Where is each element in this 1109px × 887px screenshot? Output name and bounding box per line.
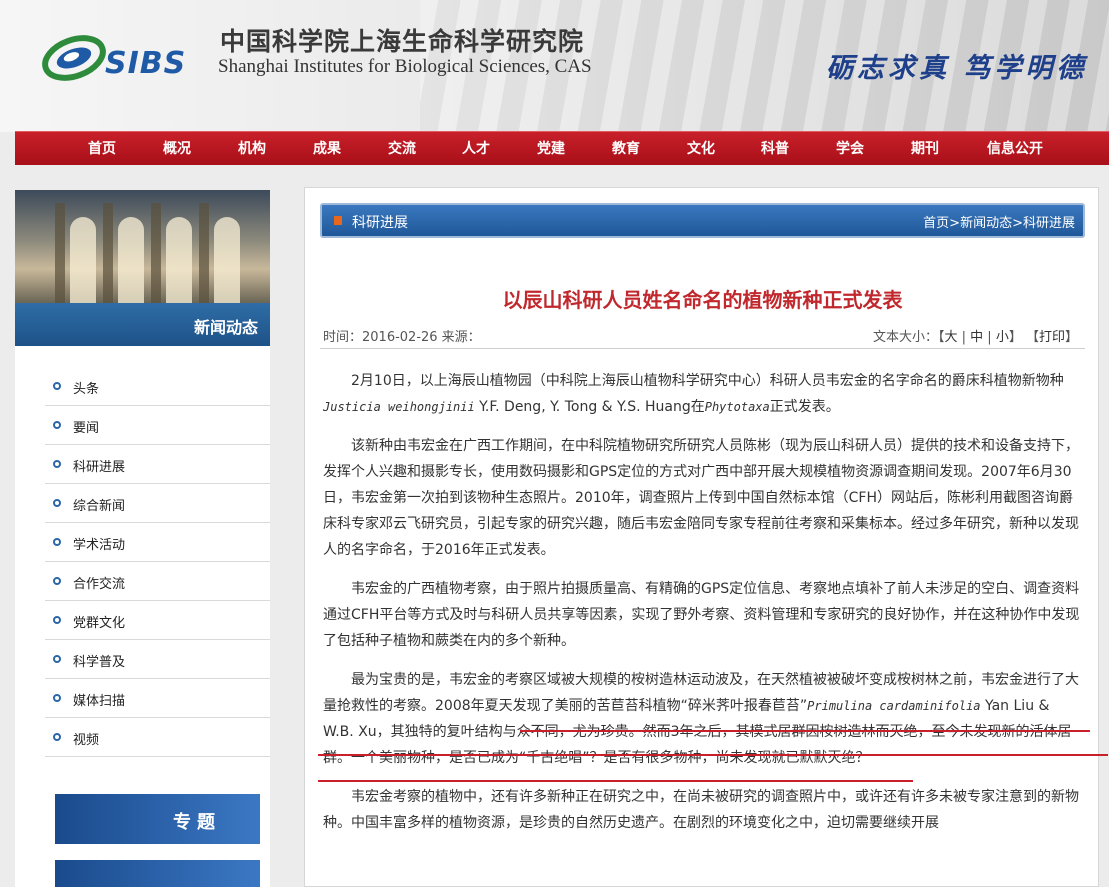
sidebar-item-label: 要闻 (73, 421, 100, 436)
nav-item-exchange[interactable]: 交流 (372, 132, 432, 166)
sidebar-item-important-news[interactable]: 要闻 (45, 406, 270, 445)
sidebar-item-label: 媒体扫描 (73, 694, 126, 709)
nav-item-culture[interactable]: 文化 (671, 132, 731, 166)
annotation-underline (318, 754, 1108, 756)
sidebar-item-general-news[interactable]: 综合新闻 (45, 484, 270, 523)
sidebar-item-label: 合作交流 (73, 577, 126, 592)
nav-item-institutions[interactable]: 机构 (222, 132, 282, 166)
divider (320, 348, 1085, 349)
special-topic-label: 专题 (173, 812, 221, 833)
campus-photo (15, 190, 270, 303)
logo-text: SIBS (105, 46, 187, 81)
section-title: 科研进展 (352, 215, 408, 231)
sidebar: 新闻动态 头条 要闻 科研进展 综合新闻 学术活动 合作交流 党群文化 科学普及… (15, 190, 270, 887)
institute-name-en: Shanghai Institutes for Biological Scien… (218, 56, 592, 77)
site-header: SIBS 中国科学院上海生命科学研究院 Shanghai Institutes … (0, 0, 1109, 132)
nav-item-info-disclosure[interactable]: 信息公开 (970, 132, 1060, 166)
annotation-underline (318, 780, 913, 782)
sidebar-item-label: 科学普及 (73, 655, 126, 670)
bullet-icon (53, 694, 61, 702)
sidebar-item-research-progress[interactable]: 科研进展 (45, 445, 270, 484)
sidebar-item-party-culture[interactable]: 党群文化 (45, 601, 270, 640)
section-header: 科研进展 首页>新闻动态>科研进展 (320, 203, 1085, 238)
sidebar-item-media-scan[interactable]: 媒体扫描 (45, 679, 270, 718)
sidebar-item-label: 学术活动 (73, 538, 126, 553)
secondary-banner[interactable] (55, 860, 260, 887)
sidebar-item-label: 党群文化 (73, 616, 126, 631)
sidebar-item-cooperation[interactable]: 合作交流 (45, 562, 270, 601)
main-nav: 首页 概况 机构 成果 交流 人才 党建 教育 文化 科普 学会 期刊 信息公开 (15, 131, 1109, 165)
sidebar-item-video[interactable]: 视频 (45, 718, 270, 757)
bullet-icon (53, 733, 61, 741)
bullet-icon (53, 499, 61, 507)
article-tools: 文本大小：【大 | 中 | 小】 【打印】 (872, 330, 1078, 345)
nav-item-popsci[interactable]: 科普 (745, 132, 805, 166)
sidebar-title-text: 新闻动态 (193, 318, 258, 337)
breadcrumb-current[interactable]: 科研进展 (1023, 216, 1075, 231)
nav-item-education[interactable]: 教育 (596, 132, 656, 166)
sidebar-item-popular-science[interactable]: 科学普及 (45, 640, 270, 679)
nav-item-societies[interactable]: 学会 (820, 132, 880, 166)
paragraph-3: 韦宏金的广西植物考察，由于照片拍摄质量高、有精确的GPS定位信息、考察地点填补了… (323, 581, 1080, 649)
motto: 砺志求真 笃学明德 (826, 53, 1088, 84)
article-meta: 时间：2016-02-26 来源： (323, 330, 481, 345)
sidebar-title: 新闻动态 (15, 303, 270, 346)
text-run: 2月10日，以上海辰山植物园（中科院上海辰山植物科学研究中心）科研人员韦宏金的名… (351, 373, 1064, 389)
section-marker-icon (334, 216, 342, 225)
sidebar-item-label: 科研进展 (73, 460, 126, 475)
nav-item-achievements[interactable]: 成果 (297, 132, 357, 166)
font-size-label: 文本大小： (872, 330, 938, 345)
bullet-icon (53, 655, 61, 663)
paragraph-1: 2月10日，以上海辰山植物园（中科院上海辰山植物科学研究中心）科研人员韦宏金的名… (323, 368, 1083, 420)
paragraph-5: 韦宏金考察的植物中，还有许多新种正在研究之中，在尚未被研究的调查照片中，或许还有… (323, 789, 1079, 831)
bullet-icon (53, 421, 61, 429)
breadcrumb-separator: > (949, 216, 961, 231)
font-size-small-link[interactable]: 小 (996, 330, 1009, 345)
sidebar-item-label: 视频 (73, 733, 100, 748)
journal-name: Phytotaxa (704, 400, 770, 414)
bullet-icon (53, 577, 61, 585)
bullet-icon (53, 382, 61, 390)
sidebar-item-label: 头条 (73, 382, 100, 397)
sidebar-item-headlines[interactable]: 头条 (45, 367, 270, 406)
text-run: Y.F. Deng, Y. Tong & Y.S. Huang在 (474, 399, 705, 415)
sidebar-item-label: 综合新闻 (73, 499, 126, 514)
breadcrumb: 首页>新闻动态>科研进展 (923, 212, 1075, 231)
institute-name-cn: 中国科学院上海生命科学研究院 (220, 27, 585, 56)
breadcrumb-separator: > (1012, 216, 1023, 231)
species-name: Primulina cardaminifolia (807, 699, 981, 713)
bullet-icon (53, 616, 61, 624)
species-name: Justicia weihongjinii (323, 400, 475, 414)
annotation-underline (520, 730, 1090, 732)
font-size-medium-link[interactable]: 中 (970, 330, 983, 345)
text-run: 正式发表。 (769, 399, 840, 415)
article-body: 2月10日，以上海辰山植物园（中科院上海辰山植物科学研究中心）科研人员韦宏金的名… (323, 368, 1083, 849)
nav-item-talent[interactable]: 人才 (446, 132, 506, 166)
main-content: 科研进展 首页>新闻动态>科研进展 以辰山科研人员姓名命名的植物新种正式发表 时… (304, 187, 1099, 887)
nav-item-journals[interactable]: 期刊 (895, 132, 955, 166)
breadcrumb-home[interactable]: 首页 (923, 216, 949, 231)
sidebar-item-academic-events[interactable]: 学术活动 (45, 523, 270, 562)
bullet-icon (53, 538, 61, 546)
nav-item-overview[interactable]: 概况 (147, 132, 207, 166)
paragraph-2: 该新种由韦宏金在广西工作期间，在中科院植物研究所研究人员陈彬（现为辰山科研人员）… (323, 438, 1079, 558)
article-title: 以辰山科研人员姓名命名的植物新种正式发表 (502, 288, 903, 312)
nav-item-party[interactable]: 党建 (521, 132, 581, 166)
nav-item-home[interactable]: 首页 (72, 132, 132, 166)
font-size-large-link[interactable]: 大 (944, 330, 957, 345)
special-topic-banner[interactable]: 专题 (55, 794, 260, 844)
bullet-icon (53, 460, 61, 468)
breadcrumb-news[interactable]: 新闻动态 (960, 216, 1012, 231)
print-link[interactable]: 打印 (1039, 330, 1065, 345)
